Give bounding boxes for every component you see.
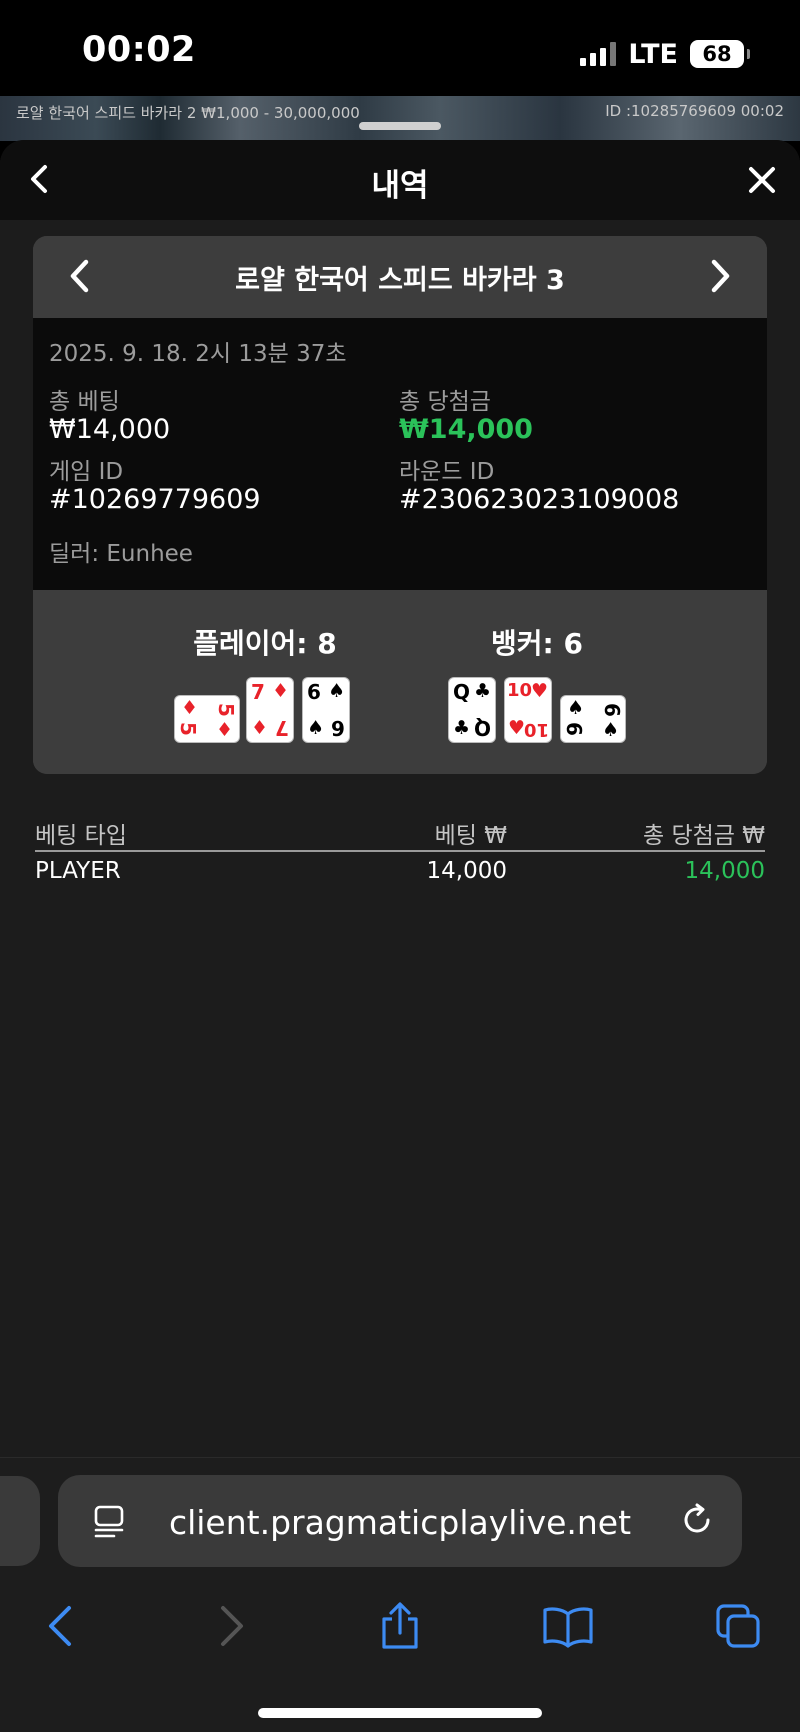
player-card-2: 7 ♦ ♦ 7 — [247, 678, 293, 742]
tabs-button[interactable] — [710, 1598, 766, 1654]
sheet-title: 내역 — [371, 168, 429, 204]
header-bet-amount: 베팅 ₩ — [434, 823, 507, 849]
banker-card-3: ♠ 6 6 ♠ — [561, 696, 625, 742]
player-score: 플레이어: 8 — [193, 627, 337, 660]
banker-card-2: 10 ♥ ♥ 10 — [505, 678, 551, 742]
home-indicator[interactable] — [258, 1708, 542, 1718]
background-game-view: 로얄 한국어 스피드 바카라 2 ₩1,000 - 30,000,000 ID … — [0, 96, 800, 141]
status-indicators: LTE 68 — [580, 36, 750, 72]
sheet-grabber[interactable] — [359, 122, 441, 130]
status-time: 00:02 — [82, 30, 196, 70]
book-icon — [543, 1607, 593, 1648]
player-card-1: 5 ♦ ♦ 5 — [175, 696, 239, 742]
previous-tab-peek[interactable] — [0, 1476, 40, 1566]
network-type: LTE — [628, 38, 678, 70]
total-win-label: 총 당첨금 — [399, 389, 491, 415]
total-bet-value: ₩14,000 — [49, 414, 171, 445]
row-bet-type: PLAYER — [35, 858, 121, 884]
share-icon — [382, 1602, 418, 1649]
total-bet-label: 총 베팅 — [49, 389, 120, 415]
bookmarks-button[interactable] — [540, 1598, 596, 1654]
table-row: PLAYER 14,000 14,000 — [35, 852, 765, 892]
history-sheet: 내역 로얄 한국어 스피드 바카라 3 2025. 9. 18. 2시 13분 … — [0, 140, 800, 1458]
row-win-amount: 14,000 — [684, 858, 765, 884]
banker-card-1: Q ♣ ♣ Q — [449, 678, 495, 742]
total-win-value: ₩14,000 — [399, 414, 533, 445]
status-bar: 00:02 LTE 68 — [0, 0, 800, 96]
round-datetime: 2025. 9. 18. 2시 13분 37초 — [49, 341, 347, 367]
bets-table: 베팅 타입 베팅 ₩ 총 당첨금 ₩ PLAYER 14,000 14,000 — [35, 810, 765, 892]
reload-icon[interactable] — [678, 1501, 716, 1539]
url-text[interactable]: client.pragmaticplaylive.net — [58, 1503, 742, 1542]
chevron-left-icon — [49, 1606, 71, 1646]
header-bet-type: 베팅 타입 — [35, 823, 127, 849]
background-table-info: 로얄 한국어 스피드 바카라 2 ₩1,000 - 30,000,000 — [16, 104, 360, 122]
battery-level: 68 — [702, 42, 732, 66]
dealer-name: 딜러: Eunhee — [49, 541, 193, 567]
round-info: 2025. 9. 18. 2시 13분 37초 총 베팅 ₩14,000 총 당… — [33, 318, 767, 590]
tabs-icon — [716, 1604, 760, 1648]
game-name: 로얄 한국어 스피드 바카라 3 — [235, 265, 565, 296]
sheet-header: 내역 — [0, 140, 800, 220]
signal-icon — [580, 42, 617, 66]
browser-chrome: client.pragmaticplaylive.net — [0, 1457, 800, 1732]
game-id-label: 게임 ID — [49, 459, 124, 485]
game-id-value: #10269779609 — [49, 484, 261, 515]
background-round-info: ID :10285769609 00:02 — [605, 102, 784, 120]
next-round-button[interactable] — [701, 256, 741, 296]
player-card-3: 6 ♠ ♠ 6 — [303, 678, 349, 742]
header-win-amount: 총 당첨금 ₩ — [642, 823, 765, 849]
bets-table-header: 베팅 타입 베팅 ₩ 총 당첨금 ₩ — [35, 810, 765, 852]
round-detail-card: 로얄 한국어 스피드 바카라 3 2025. 9. 18. 2시 13분 37초… — [33, 236, 767, 774]
row-bet-amount: 14,000 — [426, 858, 507, 884]
close-icon — [749, 167, 775, 193]
browser-forward-button[interactable] — [204, 1598, 260, 1654]
round-id-label: 라운드 ID — [399, 459, 495, 485]
close-button[interactable] — [744, 162, 780, 198]
round-result: 플레이어: 8 뱅커: 6 5 ♦ ♦ 5 7 ♦ ♦ 7 6 ♠ ♠ 6 Q … — [33, 590, 767, 774]
card-header: 로얄 한국어 스피드 바카라 3 — [33, 236, 767, 318]
chevron-right-icon — [711, 259, 730, 293]
battery-icon: 68 — [690, 40, 750, 68]
browser-toolbar — [0, 1588, 800, 1668]
chevron-right-icon — [221, 1606, 243, 1646]
share-button[interactable] — [372, 1598, 428, 1654]
banker-score: 뱅커: 6 — [491, 627, 583, 660]
browser-back-button[interactable] — [32, 1598, 88, 1654]
round-id-value: #230623023109008 — [399, 484, 680, 515]
address-bar[interactable]: client.pragmaticplaylive.net — [58, 1475, 742, 1567]
